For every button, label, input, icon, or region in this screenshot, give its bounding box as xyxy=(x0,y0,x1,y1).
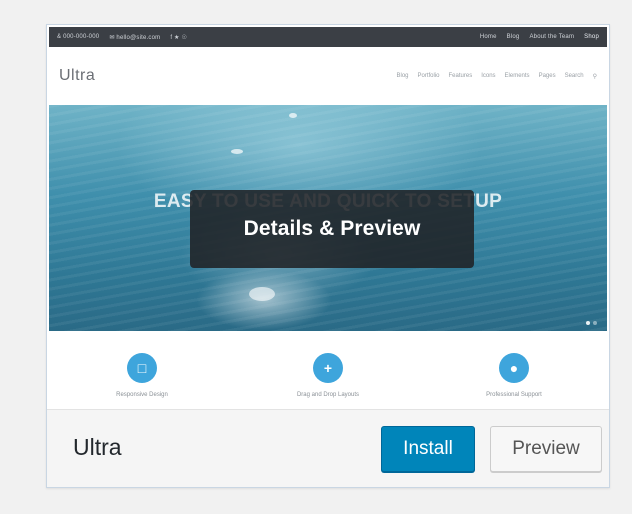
swimmer-figure xyxy=(231,149,243,154)
demo-site-header: Ultra Blog Portfolio Features Icons Elem… xyxy=(49,47,607,105)
theme-card[interactable]: & 000-000-000 ✉ hello@site.com f ★ ☉ Hom… xyxy=(46,24,610,488)
demo-nav-item: Features xyxy=(448,73,473,79)
details-preview-overlay[interactable]: Details & Preview xyxy=(190,190,474,268)
demo-feature-label: Professional Support xyxy=(486,392,542,398)
search-icon: ⚲ xyxy=(592,73,597,80)
demo-nav-item: Portfolio xyxy=(417,73,440,79)
swimmer-figure xyxy=(289,113,297,118)
chat-icon: ● xyxy=(499,353,529,383)
demo-topbar-link: About the Team xyxy=(529,34,575,40)
demo-features: □ Responsive Design + Drag and Drop Layo… xyxy=(49,331,607,409)
demo-nav-item: Search xyxy=(564,73,584,79)
theme-screenshot[interactable]: & 000-000-000 ✉ hello@site.com f ★ ☉ Hom… xyxy=(47,25,609,409)
demo-feature: ● Professional Support xyxy=(444,353,584,398)
demo-feature: + Drag and Drop Layouts xyxy=(258,353,398,398)
demo-nav-item: Icons xyxy=(481,73,496,79)
demo-phone: & 000-000-000 xyxy=(57,34,100,40)
demo-topbar: & 000-000-000 ✉ hello@site.com f ★ ☉ Hom… xyxy=(49,27,607,47)
demo-topbar-link: Shop xyxy=(584,34,599,40)
demo-feature-label: Responsive Design xyxy=(116,392,168,398)
demo-nav-item: Elements xyxy=(504,73,530,79)
install-button[interactable]: Install xyxy=(381,426,475,472)
plus-icon: + xyxy=(313,353,343,383)
demo-logo: Ultra xyxy=(59,67,96,84)
preview-button[interactable]: Preview xyxy=(490,426,602,472)
demo-topbar-link: Home xyxy=(479,34,497,40)
demo-email: ✉ hello@site.com xyxy=(109,34,161,41)
demo-social-icons: f ★ ☉ xyxy=(170,34,188,41)
demo-topbar-link: Blog xyxy=(506,34,520,40)
demo-feature-label: Drag and Drop Layouts xyxy=(296,392,360,398)
theme-name: Ultra xyxy=(73,434,122,460)
slider-dots xyxy=(586,321,597,325)
surfer-figure xyxy=(249,287,275,301)
tablet-icon: □ xyxy=(127,353,157,383)
theme-card-footer: Ultra Install Preview xyxy=(47,409,609,487)
demo-nav-item: Blog xyxy=(396,73,409,79)
demo-nav-item: Pages xyxy=(538,73,556,79)
demo-feature: □ Responsive Design xyxy=(72,353,212,398)
demo-nav: Blog Portfolio Features Icons Elements P… xyxy=(396,73,597,80)
